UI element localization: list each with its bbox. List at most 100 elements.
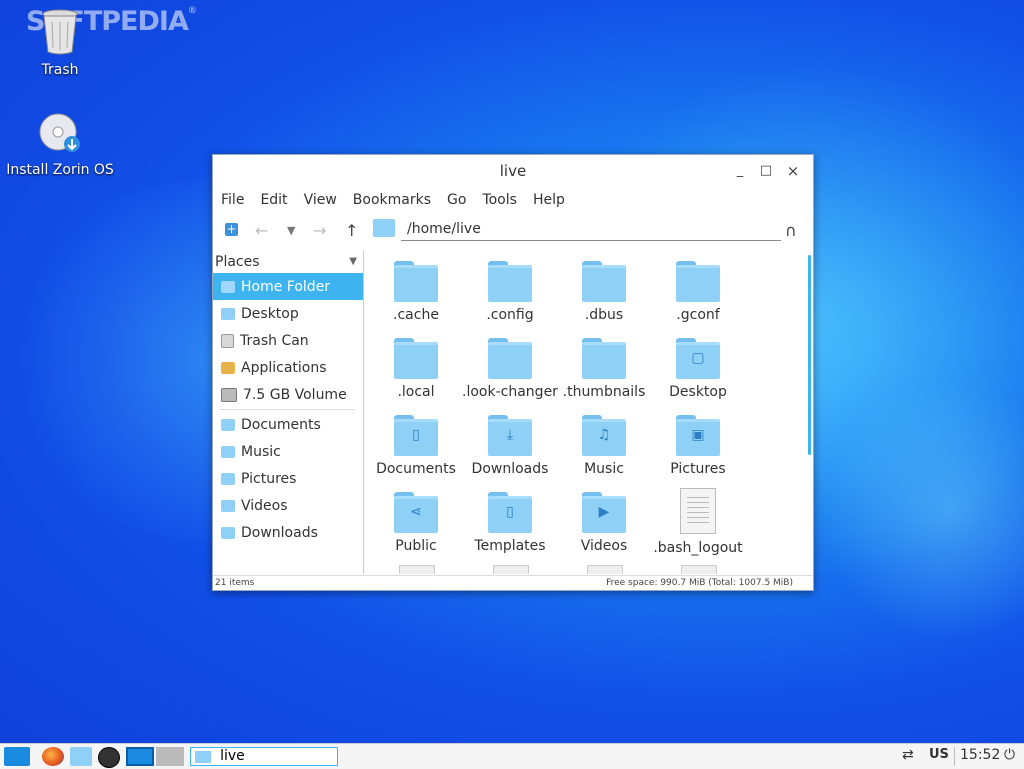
- file-item[interactable]: .config: [462, 255, 558, 323]
- file-grid: .cache .config .dbus .gconf .local .look-chan…: [364, 251, 804, 574]
- menu-tools[interactable]: Tools: [482, 192, 517, 208]
- close-button[interactable]: ×: [786, 164, 800, 179]
- documents-icon: [221, 418, 235, 431]
- file-name: .gconf: [676, 307, 720, 323]
- sidebar-item-applications[interactable]: Applications: [213, 354, 363, 381]
- network-icon[interactable]: ⇄: [902, 747, 914, 766]
- file-item[interactable]: ▯ Documents: [368, 409, 464, 477]
- sidebar-item-home-folder[interactable]: Home Folder: [213, 273, 363, 300]
- sidebar-item-downloads[interactable]: Downloads: [213, 519, 363, 546]
- pictures-icon: [221, 472, 235, 485]
- taskbar-separator: [954, 747, 955, 766]
- file-name: .thumbnails: [562, 384, 646, 400]
- files-icon[interactable]: [70, 747, 92, 766]
- sidebar-item-desktop[interactable]: Desktop: [213, 300, 363, 327]
- folder-glyph-icon: ▶: [598, 504, 610, 520]
- partial-file-icon[interactable]: [399, 565, 435, 574]
- minimize-button[interactable]: _: [733, 164, 747, 178]
- sidebar-item-music[interactable]: Music: [213, 438, 363, 465]
- history-dropdown-icon[interactable]: ▼: [287, 224, 295, 237]
- menu-bookmarks[interactable]: Bookmarks: [353, 192, 431, 208]
- file-name: Public: [395, 538, 437, 554]
- file-item[interactable]: ▯ Templates: [462, 486, 558, 554]
- workspace-2-icon[interactable]: [156, 747, 184, 766]
- folder-glyph-icon: ▯: [412, 427, 420, 443]
- menu-edit[interactable]: Edit: [260, 192, 287, 208]
- menu-help[interactable]: Help: [533, 192, 565, 208]
- desktop-icon-label: Trash: [41, 62, 79, 78]
- path-bar[interactable]: /home/live: [401, 218, 781, 241]
- folder-icon: [488, 261, 532, 302]
- music-icon: [221, 445, 235, 458]
- menu-go[interactable]: Go: [447, 192, 466, 208]
- window-title: live: [499, 162, 527, 180]
- file-item[interactable]: .thumbnails: [556, 332, 652, 400]
- file-item[interactable]: .look-changer: [462, 332, 558, 400]
- back-icon[interactable]: ←: [255, 221, 268, 240]
- keyboard-layout[interactable]: US: [929, 747, 949, 766]
- file-name: Pictures: [670, 461, 726, 477]
- task-button-live[interactable]: live: [190, 747, 338, 766]
- desktop-icon-trash[interactable]: Trash: [5, 8, 115, 78]
- maximize-button[interactable]: □: [759, 164, 773, 178]
- power-icon[interactable]: ⏻: [1004, 747, 1015, 766]
- file-item[interactable]: ⋖ Public: [368, 486, 464, 554]
- file-name: Documents: [376, 461, 456, 477]
- file-item[interactable]: .bash_logout: [650, 486, 746, 556]
- sidebar-item-trash-can[interactable]: Trash Can: [213, 327, 363, 354]
- new-tab-icon[interactable]: +: [225, 223, 238, 236]
- chevron-down-icon[interactable]: ▼: [349, 251, 357, 273]
- file-name: Downloads: [471, 461, 549, 477]
- start-menu-icon[interactable]: [4, 747, 30, 766]
- firefox-icon[interactable]: [42, 747, 64, 766]
- forward-icon[interactable]: →: [313, 221, 326, 240]
- item-count: 21 items: [215, 578, 255, 588]
- partial-file-icon[interactable]: [681, 565, 717, 574]
- folder-glyph-icon: ♫: [597, 427, 611, 443]
- file-item[interactable]: ▶ Videos: [556, 486, 652, 554]
- file-name: .local: [397, 384, 435, 400]
- trash-icon: [221, 333, 234, 348]
- sidebar-item-volume[interactable]: 7.5 GB Volume: [213, 381, 363, 408]
- file-name: Videos: [580, 538, 628, 554]
- go-icon[interactable]: ∩: [785, 221, 797, 240]
- desktop-icon-install[interactable]: Install Zorin OS: [5, 112, 115, 178]
- sidebar-item-videos[interactable]: Videos: [213, 492, 363, 519]
- videos-icon: [221, 499, 235, 512]
- file-name: .dbus: [584, 307, 624, 323]
- folder-icon: [676, 261, 720, 302]
- folder-icon: ▯: [488, 492, 532, 533]
- status-bar: 21 items Free space: 990.7 MiB (Total: 1…: [213, 575, 813, 590]
- folder-glyph-icon: ⋖: [410, 504, 422, 520]
- menu-file[interactable]: File: [221, 192, 244, 208]
- file-item[interactable]: .cache: [368, 255, 464, 323]
- home-folder-icon[interactable]: [373, 219, 395, 237]
- folder-icon: ▯: [394, 415, 438, 456]
- drive-icon: [221, 387, 237, 402]
- file-item[interactable]: .dbus: [556, 255, 652, 323]
- taskbar: live ⇄ US 15:52 ⏻: [0, 743, 1024, 769]
- file-item[interactable]: ♫ Music: [556, 409, 652, 477]
- places-header[interactable]: Places ▼: [213, 251, 363, 273]
- file-item[interactable]: .local: [368, 332, 464, 400]
- scrollbar[interactable]: [808, 255, 811, 455]
- file-item[interactable]: ⤓ Downloads: [462, 409, 558, 477]
- clock[interactable]: 15:52: [960, 747, 1000, 766]
- title-bar[interactable]: live _ □ ×: [213, 155, 813, 187]
- file-name: .look-changer: [462, 384, 558, 400]
- partial-file-icon[interactable]: [587, 565, 623, 574]
- sidebar-item-documents[interactable]: Documents: [213, 411, 363, 438]
- software-icon[interactable]: [98, 747, 120, 768]
- partial-file-icon[interactable]: [493, 565, 529, 574]
- file-name: Music: [584, 461, 624, 477]
- workspace-1-icon[interactable]: [126, 747, 154, 766]
- folder-icon: [582, 261, 626, 302]
- file-item[interactable]: .gconf: [650, 255, 746, 323]
- up-icon[interactable]: ↑: [345, 221, 358, 240]
- menu-view[interactable]: View: [304, 192, 337, 208]
- sidebar-item-pictures[interactable]: Pictures: [213, 465, 363, 492]
- folder-icon: [394, 338, 438, 379]
- text-file-icon: [680, 488, 716, 534]
- file-item[interactable]: ▢ Desktop: [650, 332, 746, 400]
- file-item[interactable]: ▣ Pictures: [650, 409, 746, 477]
